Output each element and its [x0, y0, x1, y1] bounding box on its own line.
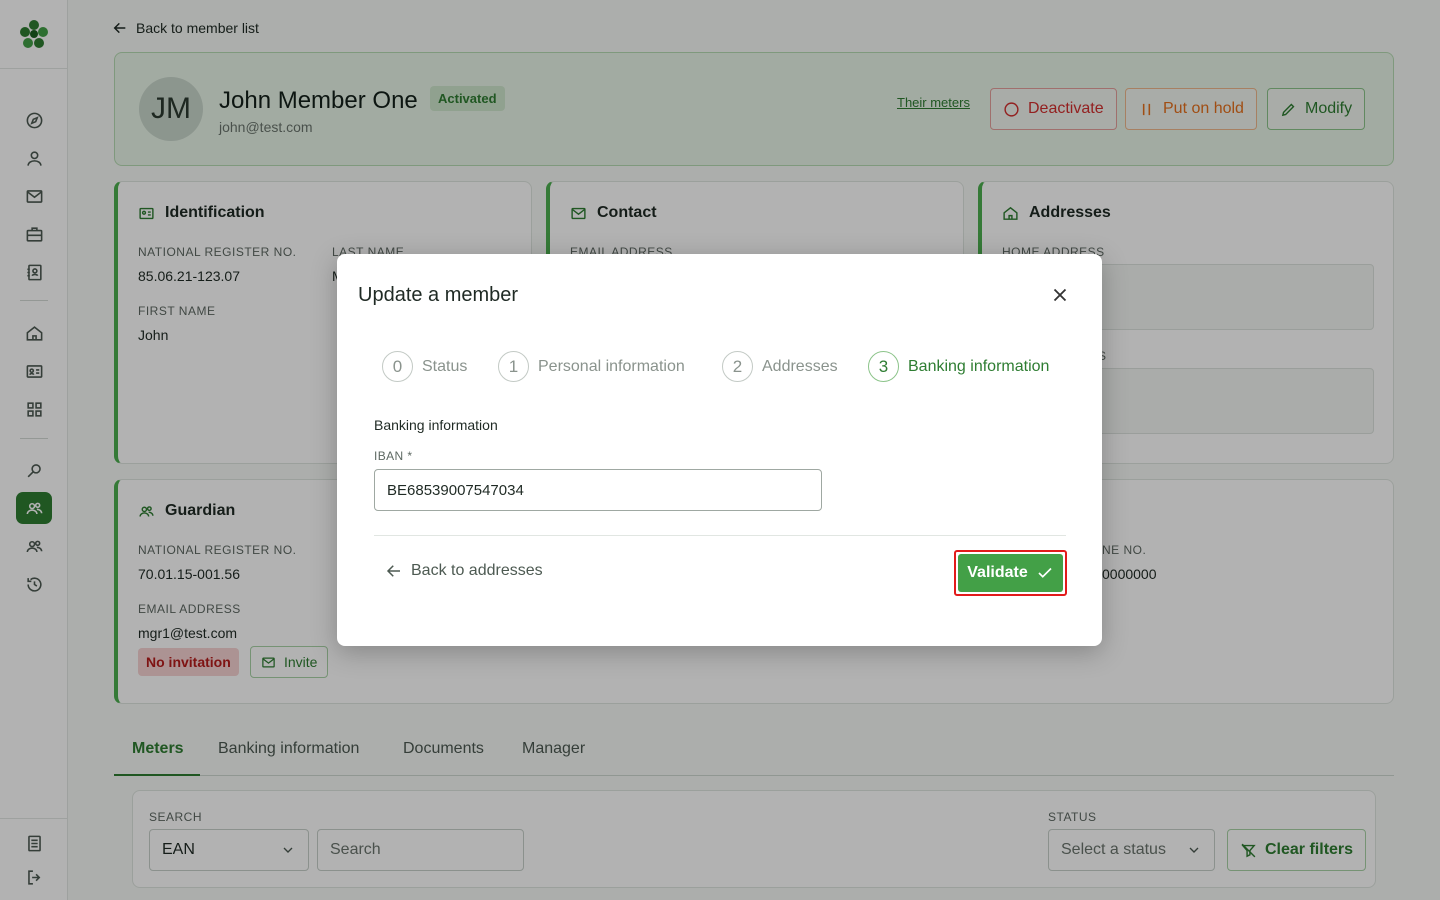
validate-button[interactable]: Validate — [954, 550, 1067, 596]
back-to-addresses-label: Back to addresses — [411, 562, 543, 579]
step-personal-information[interactable]: 1 Personal information — [498, 351, 685, 382]
validate-label: Validate — [967, 564, 1028, 581]
step-number: 3 — [868, 351, 899, 382]
check-icon — [1038, 567, 1052, 578]
iban-label: IBAN * — [374, 449, 413, 463]
dialog-divider — [374, 535, 1066, 536]
step-number: 1 — [498, 351, 529, 382]
step-label: Addresses — [762, 357, 838, 375]
iban-input[interactable] — [374, 469, 822, 511]
close-icon[interactable] — [1049, 284, 1071, 306]
step-label: Personal information — [538, 357, 685, 375]
step-status[interactable]: 0 Status — [382, 351, 467, 382]
step-addresses[interactable]: 2 Addresses — [722, 351, 838, 382]
step-banking-information[interactable]: 3 Banking information — [868, 351, 1049, 382]
step-number: 0 — [382, 351, 413, 382]
validate-button-face[interactable]: Validate — [958, 554, 1063, 592]
banking-section-label: Banking information — [374, 417, 498, 433]
step-label: Status — [422, 357, 468, 375]
back-to-addresses-button[interactable]: Back to addresses — [385, 562, 543, 580]
arrow-left-icon — [386, 565, 400, 577]
update-member-dialog: Update a member 0 Status 1 Personal info… — [337, 254, 1102, 646]
dialog-title: Update a member — [358, 284, 519, 306]
step-number: 2 — [722, 351, 753, 382]
step-label: Banking information — [908, 357, 1050, 375]
